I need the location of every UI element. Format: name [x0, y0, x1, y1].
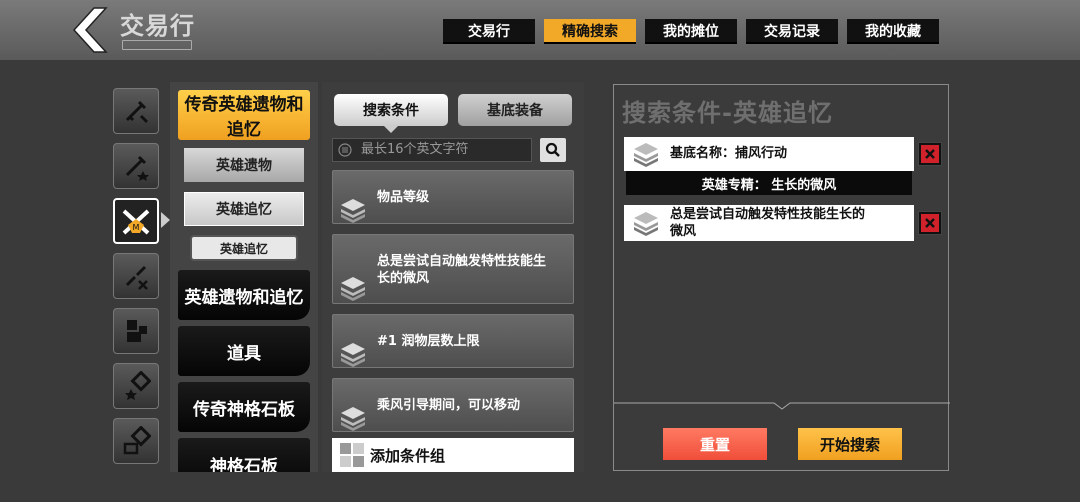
search-icon	[545, 142, 560, 157]
close-icon	[925, 218, 935, 228]
base-equipment-button[interactable]: 基底装备	[458, 94, 572, 126]
category-legendary-divinity-slate[interactable]: 传奇神格石板	[178, 382, 310, 432]
category-icon-button[interactable]	[113, 143, 159, 189]
add-condition-group-label: 添加条件组	[370, 446, 446, 465]
category-icon-button[interactable]	[113, 418, 159, 464]
condition-label: 物品等级	[377, 190, 430, 205]
category-icon-button[interactable]	[113, 363, 159, 409]
stack-layers-icon	[341, 407, 365, 431]
criteria-card-trait[interactable]: 总是尝试自动触发特性技能生长的微风	[624, 205, 914, 241]
condition-item[interactable]: #1 润物层数上限	[332, 314, 574, 368]
conditions-panel: 搜索条件 基底装备 最长16个英文字符 物品等级 总是尝试自动触发特性技能生长的…	[322, 82, 584, 472]
back-button[interactable]	[68, 4, 110, 56]
criteria-card-base-name[interactable]: 基底名称：捕风行动	[624, 137, 914, 171]
panel-divider	[614, 402, 950, 410]
stack-layers-icon	[341, 199, 365, 223]
category-icon-button[interactable]	[113, 88, 159, 134]
svg-text:M: M	[133, 223, 140, 232]
category-legendary-hero-relic-memory[interactable]: 传奇英雄遗物和追忆	[178, 90, 310, 140]
page-title: 交易行	[120, 12, 195, 40]
sword-slash-icon	[125, 100, 149, 124]
subcategory-hero-memory[interactable]: 英雄追忆	[184, 192, 304, 226]
tab-my-stall[interactable]: 我的摊位	[645, 19, 737, 44]
search-criteria-panel: 搜索条件-英雄追忆 基底名称：捕风行动 英雄专精： 生长的微风 总是尝试自动触发…	[613, 84, 950, 471]
category-items[interactable]: 道具	[178, 326, 310, 376]
subcategory-hero-relic[interactable]: 英雄遗物	[184, 148, 304, 182]
condition-item[interactable]: 物品等级	[332, 170, 574, 224]
category-icon-button-active[interactable]: M	[113, 198, 159, 244]
condition-label: #1 润物层数上限	[377, 334, 480, 349]
tab-precise-search[interactable]: 精确搜索	[544, 19, 636, 44]
stack-layers-icon	[634, 212, 658, 236]
criteria-hero-specialty: 英雄专精： 生长的微风	[626, 171, 912, 195]
mode-pointer	[384, 126, 398, 133]
delete-criteria-button[interactable]	[918, 211, 942, 235]
active-category-arrow	[161, 212, 170, 228]
grid-icon	[340, 443, 364, 467]
condition-label: 乘风引导期间，可以移动	[377, 398, 521, 413]
condition-label: 总是尝试自动触发特性技能生长的微风	[377, 254, 547, 286]
criteria-base-name-label: 基底名称：捕风行动	[670, 146, 788, 161]
hero-memory-icon: M	[122, 209, 150, 235]
search-input[interactable]: 最长16个英文字符	[332, 138, 532, 162]
input-list-icon	[338, 143, 352, 157]
stack-layers-icon	[341, 343, 365, 367]
title-decoration	[122, 40, 192, 50]
reset-button[interactable]: 重置	[663, 428, 767, 460]
category-icon-button[interactable]	[113, 308, 159, 354]
sword-broken-icon	[125, 265, 148, 290]
add-condition-group-button[interactable]: 添加条件组	[332, 438, 574, 472]
category-panel: 传奇英雄遗物和追忆 英雄遗物 英雄追忆 英雄追忆 英雄遗物和追忆 道具 传奇神格…	[170, 82, 318, 472]
tab-trade-house[interactable]: 交易行	[443, 19, 535, 44]
gear-star-icon	[125, 371, 151, 400]
start-search-button[interactable]: 开始搜索	[798, 428, 902, 460]
close-icon	[925, 149, 935, 159]
category-icon-button[interactable]	[113, 253, 159, 299]
puzzle-icon	[127, 320, 147, 342]
subsubcategory-hero-memory[interactable]: 英雄追忆	[190, 235, 298, 261]
category-hero-relic-memory[interactable]: 英雄遗物和追忆	[178, 270, 310, 320]
category-divinity-slate[interactable]: 神格石板	[178, 438, 310, 472]
stack-layers-icon	[634, 143, 658, 167]
criteria-trait-label: 总是尝试自动触发特性技能生长的微风	[670, 207, 866, 239]
search-conditions-button[interactable]: 搜索条件	[334, 94, 448, 126]
tab-my-favorites[interactable]: 我的收藏	[847, 19, 939, 44]
back-arrow-icon	[72, 7, 108, 53]
sword-star-icon	[125, 155, 149, 181]
gear-map-icon	[123, 426, 151, 455]
tab-trade-records[interactable]: 交易记录	[746, 19, 838, 44]
delete-criteria-button[interactable]	[918, 142, 942, 166]
search-button[interactable]	[540, 138, 566, 162]
condition-item[interactable]: 总是尝试自动触发特性技能生长的微风	[332, 234, 574, 304]
search-panel-title: 搜索条件-英雄追忆	[622, 99, 833, 127]
stack-layers-icon	[341, 277, 365, 301]
condition-item[interactable]: 乘风引导期间，可以移动	[332, 378, 574, 432]
